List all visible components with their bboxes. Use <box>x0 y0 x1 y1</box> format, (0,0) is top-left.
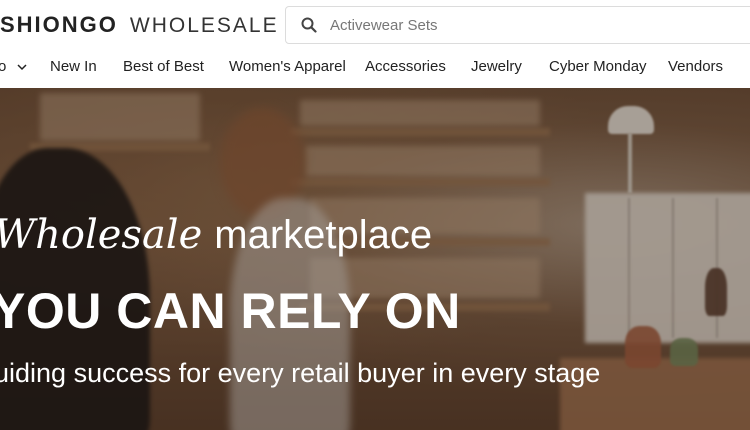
brand-name: SHIONGO <box>0 12 118 37</box>
hero-headline: Wholesale marketplace <box>0 212 432 258</box>
search-input[interactable] <box>328 9 750 41</box>
site-header: SHIONGO WHOLESALE <box>0 0 750 52</box>
nav-item-cyber-monday[interactable]: Cyber Monday <box>549 52 647 88</box>
nav-item-vendors[interactable]: Vendors <box>668 52 723 88</box>
hero-headline-rest: marketplace <box>214 213 433 257</box>
chevron-down-icon <box>16 52 27 82</box>
nav-item-label: o <box>0 58 7 75</box>
hero-headline-italic: Wholesale <box>0 212 203 258</box>
hero-banner: Wholesale marketplace YOU CAN RELY ON uid… <box>0 88 750 430</box>
brand-subtitle: WHOLESALE <box>129 14 279 37</box>
search-icon[interactable] <box>300 16 318 34</box>
nav-item-accessories[interactable]: Accessories <box>365 52 446 88</box>
nav-item-new-in[interactable]: New In <box>50 52 97 88</box>
hero-text: Wholesale marketplace YOU CAN RELY ON uid… <box>0 88 750 430</box>
hero-tagline: YOU CAN RELY ON <box>0 283 461 339</box>
main-nav: o New In Best of Best Women's Apparel Ac… <box>0 52 750 89</box>
nav-item-womens-apparel[interactable]: Women's Apparel <box>229 52 346 88</box>
nav-item-jewelry[interactable]: Jewelry <box>471 52 522 88</box>
search-bar[interactable] <box>285 6 750 44</box>
nav-item-best-of-best[interactable]: Best of Best <box>123 52 204 88</box>
nav-item-shop[interactable]: o <box>0 52 27 88</box>
brand-logo[interactable]: SHIONGO WHOLESALE <box>0 12 279 38</box>
hero-subtitle: uiding success for every retail buyer in… <box>0 358 601 388</box>
